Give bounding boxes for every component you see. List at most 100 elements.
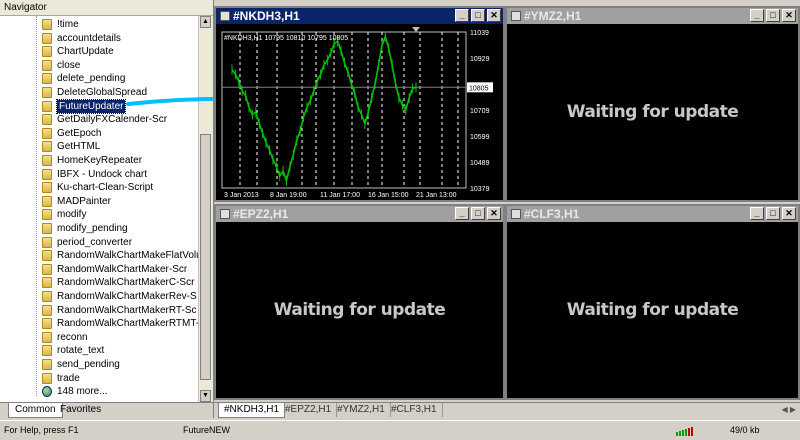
navigator-item[interactable]: reconn [42, 331, 88, 344]
script-icon [42, 304, 52, 316]
current-price-label: 10805 [469, 85, 489, 92]
window-title: #YMZ2,H1 [524, 9, 582, 23]
navigator-item-label: modify [57, 209, 87, 221]
navigator-item[interactable]: accountdetails [42, 32, 121, 45]
script-icon [42, 359, 52, 370]
navigator-tabs: Common Favorites [0, 402, 213, 419]
navigator-item[interactable]: RandomWalkChartMakerC-Scr [42, 276, 194, 289]
navigator-item-label: !time [57, 19, 79, 30]
navigator-item-label: RandomWalkChartMakeFlatVolu [57, 250, 198, 262]
navigator-item[interactable]: RandomWalkChartMakerRev-S [42, 290, 197, 303]
script-icon [42, 291, 52, 302]
chart-window-icon [511, 11, 521, 21]
window-title: #CLF3,H1 [524, 207, 580, 221]
script-icon [42, 141, 52, 153]
status-bar: For Help, press F1 FutureNEW 49/0 kb [0, 420, 800, 440]
minimize-button[interactable]: _ [750, 9, 764, 22]
navigator-scrollbar[interactable]: ▲ ▼ [198, 16, 213, 402]
script-icon [42, 195, 52, 207]
minimize-button[interactable]: _ [455, 207, 469, 220]
x-tick-label: 21 Jan 13:00 [416, 192, 457, 199]
tab-ymz2[interactable]: #YMZ2,H1 [332, 403, 391, 417]
navigator-item-label: HomeKeyRepeater [57, 155, 143, 166]
navigator-item[interactable]: 148 more... [42, 385, 108, 398]
chart-window-epz2[interactable]: #EPZ2,H1 _ □ ✕ Waiting for update [214, 204, 505, 400]
scroll-down-arrow-icon[interactable]: ▼ [200, 390, 211, 402]
navigator-item[interactable]: MADPainter [42, 195, 111, 208]
tab-scroll-arrows-icon[interactable]: ◀ ▶ [781, 405, 796, 414]
chart-area[interactable]: 11039 10929 10709 10599 10489 10379 10805 3 Jan… [216, 24, 503, 200]
navigator-item[interactable]: HomeKeyRepeater [42, 154, 142, 167]
navigator-item[interactable]: GetEpoch [42, 127, 101, 140]
marker-triangle-icon [412, 27, 420, 32]
navigator-item[interactable]: modify_pending [42, 222, 128, 235]
navigator-item[interactable]: delete_pending [42, 72, 125, 85]
navigator-item[interactable]: RandomWalkChartMakeFlatVolu [42, 249, 198, 262]
navigator-item[interactable]: Ku-chart-Clean-Script [42, 181, 153, 194]
navigator-item[interactable]: !time [42, 18, 79, 31]
close-button[interactable]: ✕ [487, 207, 501, 220]
window-title: #NKDH3,H1 [233, 9, 300, 23]
navigator-item[interactable]: FutureUpdater [42, 98, 127, 114]
navigator-item-label: 148 more... [57, 386, 108, 398]
y-tick-label: 10379 [470, 186, 490, 193]
navigator-item-label: RandomWalkChartMakerRev-S [57, 291, 197, 302]
navigator-tree: !time accountdetails ChartUpdate close delet… [0, 16, 198, 402]
navigator-item-label: delete_pending [57, 73, 126, 85]
chart-area[interactable]: Waiting for update [216, 222, 503, 398]
close-button[interactable]: ✕ [487, 9, 501, 22]
close-button[interactable]: ✕ [782, 207, 796, 220]
navigator-item[interactable]: period_converter [42, 236, 132, 249]
navigator-item-label: ChartUpdate [57, 46, 114, 58]
navigator-item-label: RandomWalkChartMaker-Scr [57, 263, 188, 275]
chart-area[interactable]: Waiting for update [507, 24, 798, 200]
tab-clf3[interactable]: #CLF3,H1 [386, 403, 443, 417]
scrollbar-thumb[interactable] [200, 134, 211, 380]
navigator-item-label: GetEpoch [57, 127, 102, 139]
tab-epz2[interactable]: #EPZ2,H1 [280, 403, 338, 417]
globe-icon [42, 386, 52, 398]
navigator-item-label: reconn [57, 331, 88, 343]
tab-favorites[interactable]: Favorites [54, 403, 107, 417]
navigator-item[interactable]: RandomWalkChartMakerRTMT- [42, 317, 198, 330]
x-tick-label: 16 Jan 15:00 [368, 192, 409, 199]
chart-window-ymz2[interactable]: #YMZ2,H1 _ □ ✕ Waiting for update [505, 6, 800, 202]
script-icon [42, 46, 52, 58]
window-titlebar: #EPZ2,H1 _ □ ✕ [216, 206, 503, 222]
price-series-line [231, 33, 417, 184]
minimize-button[interactable]: _ [455, 9, 469, 22]
navigator-item[interactable]: IBFX - Undock chart [42, 168, 147, 181]
script-icon [42, 19, 52, 30]
navigator-item[interactable]: GetHTML [42, 140, 100, 153]
navigator-item[interactable]: send_pending [42, 358, 120, 371]
navigator-item[interactable]: close [42, 59, 80, 72]
waiting-message: Waiting for update [273, 300, 446, 320]
minimize-button[interactable]: _ [750, 207, 764, 220]
chart-window-icon [220, 209, 230, 219]
tab-nkdh3[interactable]: #NKDH3,H1 [218, 403, 286, 418]
scroll-up-arrow-icon[interactable]: ▲ [200, 16, 211, 28]
price-chart[interactable]: 11039 10929 10709 10599 10489 10379 10805 3 Jan… [216, 24, 503, 200]
script-icon [42, 331, 52, 343]
navigator-title: Navigator [0, 0, 213, 16]
y-tick-label: 10929 [470, 56, 490, 63]
maximize-button[interactable]: □ [471, 9, 485, 22]
chart-window-nkdh3[interactable]: #NKDH3,H1 _ □ ✕ 11039 10929 10709 10599 1048… [214, 6, 505, 202]
navigator-item-label: Ku-chart-Clean-Script [57, 182, 154, 194]
navigator-item[interactable]: ChartUpdate [42, 45, 114, 58]
maximize-button[interactable]: □ [766, 9, 780, 22]
navigator-item-label: rotate_text [57, 345, 105, 357]
navigator-item[interactable]: RandomWalkChartMakerRT-Sc [42, 304, 196, 317]
navigator-item[interactable]: modify [42, 208, 86, 221]
navigator-item[interactable]: RandomWalkChartMaker-Scr [42, 263, 187, 276]
chart-window-clf3[interactable]: #CLF3,H1 _ □ ✕ Waiting for update [505, 204, 800, 400]
chart-area[interactable]: Waiting for update [507, 222, 798, 398]
close-button[interactable]: ✕ [782, 9, 796, 22]
script-icon [42, 114, 52, 126]
navigator-item[interactable]: trade [42, 372, 80, 385]
maximize-button[interactable]: □ [766, 207, 780, 220]
navigator-item[interactable]: rotate_text [42, 344, 104, 357]
maximize-button[interactable]: □ [471, 207, 485, 220]
chart-frame [221, 31, 467, 189]
navigator-item-label: accountdetails [57, 32, 121, 44]
